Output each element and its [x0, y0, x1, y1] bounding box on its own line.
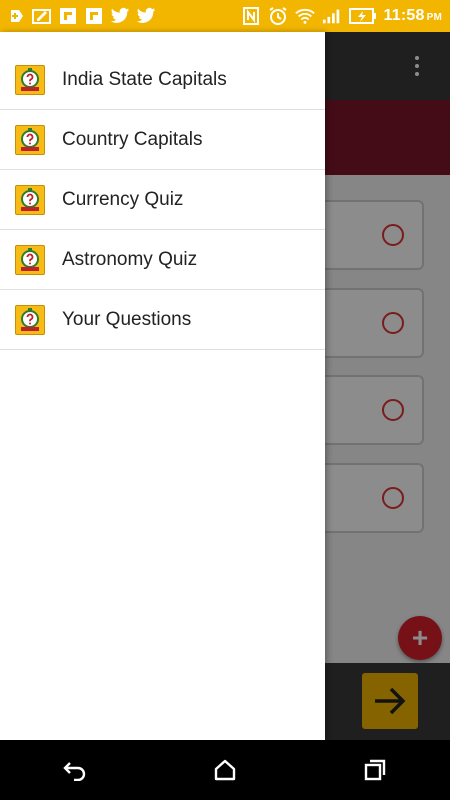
quiz-clock-icon — [15, 124, 45, 155]
drawer-item-label: Currency Quiz — [62, 188, 184, 210]
flipboard-icon — [84, 6, 104, 26]
wifi-icon — [294, 6, 315, 26]
back-icon — [63, 762, 86, 781]
drawer-item-your-questions[interactable]: Your Questions — [0, 290, 325, 350]
drawer-item-label: Your Questions — [62, 308, 192, 330]
clock-time: 11:58 — [383, 7, 425, 24]
drawer-item-currency-quiz[interactable]: Currency Quiz — [0, 170, 325, 230]
quiz-clock-icon — [15, 184, 45, 215]
recents-icon — [364, 759, 386, 781]
navigation-drawer: India State Capitals Country Capitals Cu… — [0, 32, 325, 740]
signal-icon — [322, 6, 342, 26]
drawer-item-astronomy-quiz[interactable]: Astronomy Quiz — [0, 230, 325, 290]
drawer-item-label: India State Capitals — [62, 68, 227, 90]
notification-icons — [0, 6, 156, 26]
status-bar: 11:58 PM — [0, 0, 450, 32]
nfc-icon — [241, 6, 261, 26]
battery-charging-icon — [348, 6, 377, 26]
back-button[interactable] — [55, 750, 95, 790]
clock: 11:58 PM — [384, 7, 442, 25]
system-nav-bar — [0, 740, 450, 800]
twitter-icon — [136, 6, 156, 26]
add-box-icon — [6, 6, 26, 26]
drawer-item-india-state-capitals[interactable]: India State Capitals — [0, 50, 325, 110]
quiz-clock-icon — [15, 244, 45, 275]
edit-box-icon — [32, 6, 52, 26]
system-icons: 11:58 PM — [241, 0, 442, 32]
alarm-icon — [268, 6, 288, 26]
home-button[interactable] — [205, 750, 245, 790]
clock-ampm: PM — [426, 12, 442, 23]
quiz-clock-icon — [15, 64, 45, 95]
drawer-item-country-capitals[interactable]: Country Capitals — [0, 110, 325, 170]
recents-button[interactable] — [355, 750, 395, 790]
home-icon — [214, 759, 236, 781]
flipboard-icon — [58, 6, 78, 26]
drawer-item-label: Astronomy Quiz — [62, 248, 198, 270]
drawer-item-label: Country Capitals — [62, 128, 203, 150]
quiz-clock-icon — [15, 304, 45, 335]
twitter-icon — [110, 6, 130, 26]
